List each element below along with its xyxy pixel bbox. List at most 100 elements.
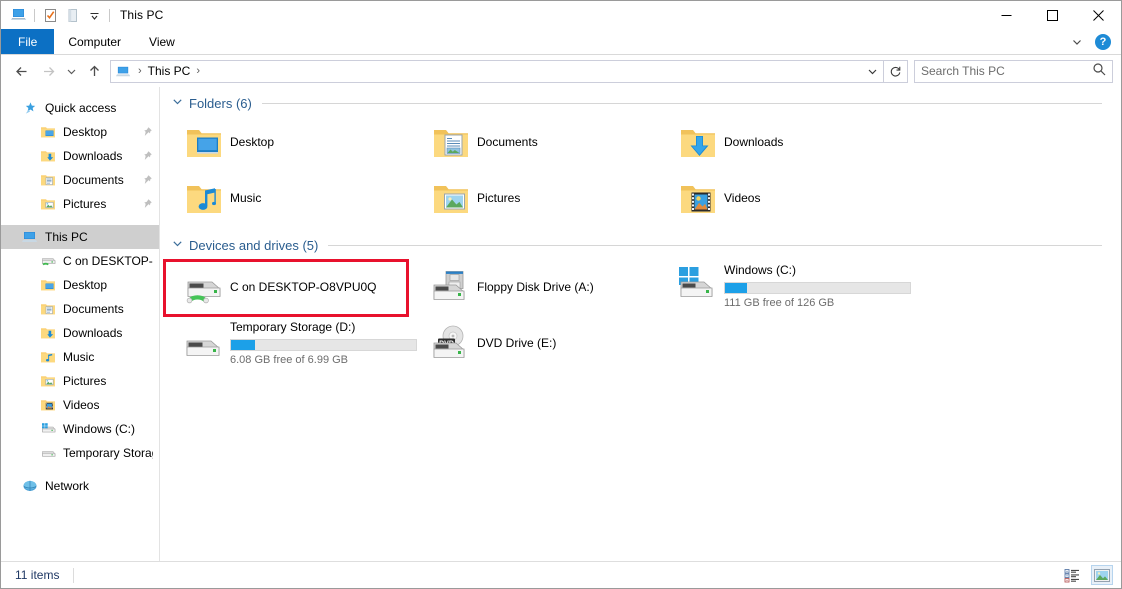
devices-tile-grid: C on DESKTOP-O8VPU0Q Floppy Disk Drive (… <box>160 257 1120 387</box>
pin-icon[interactable] <box>141 150 153 162</box>
ribbon-right-controls: ? <box>1067 29 1117 55</box>
tile-music[interactable]: Music <box>178 175 428 227</box>
usage-free-text: 111 GB free of 126 GB <box>724 297 835 309</box>
minimize-button[interactable] <box>983 1 1029 29</box>
sidebar-item-documents[interactable]: Documents <box>1 297 159 321</box>
folder-music-icon <box>178 175 230 223</box>
sidebar-item-pictures-qa[interactable]: Pictures <box>1 192 159 216</box>
usage-bar-fill <box>231 340 256 350</box>
search-icon[interactable] <box>1092 62 1106 81</box>
tile-label-wrap: Documents <box>477 119 538 151</box>
sidebar-item-music[interactable]: Music <box>1 345 159 369</box>
tile-label-wrap: C on DESKTOP-O8VPU0Q <box>230 264 377 296</box>
properties-checkbox-icon[interactable] <box>39 4 61 26</box>
address-bar: › This PC › Search This PC <box>1 55 1121 87</box>
search-input[interactable]: Search This PC <box>921 64 1092 78</box>
sidebar-label: Documents <box>63 302 124 316</box>
sidebar-item-documents-qa[interactable]: Documents <box>1 168 159 192</box>
chevron-down-icon[interactable] <box>1067 32 1087 52</box>
sidebar-item-downloads[interactable]: Downloads <box>1 321 159 345</box>
address-dropdown-icon[interactable] <box>861 61 883 82</box>
folder-documents-icon <box>39 301 57 317</box>
refresh-button[interactable] <box>884 59 908 83</box>
sidebar-label: Temporary Storage <box>63 446 153 460</box>
tile-c-on-desktop[interactable]: C on DESKTOP-O8VPU0Q <box>178 264 428 316</box>
status-divider <box>73 567 75 583</box>
tab-file[interactable]: File <box>1 29 55 54</box>
folders-tile-grid: Desktop Documents Downloads Music Pictur… <box>160 115 1120 227</box>
tile-name: C on DESKTOP-O8VPU0Q <box>230 280 377 294</box>
sidebar-item-this-pc[interactable]: This PC <box>1 225 159 249</box>
up-button[interactable] <box>81 58 107 84</box>
hard-drive-icon <box>178 312 230 370</box>
network-drive-icon <box>178 264 230 312</box>
tile-temporary-storage[interactable]: Temporary Storage (D:) 6.08 GB free of 6… <box>178 312 428 374</box>
search-box[interactable]: Search This PC <box>914 59 1113 83</box>
tile-label-wrap: Downloads <box>724 119 783 151</box>
group-header-folders[interactable]: Folders (6) <box>160 91 1120 115</box>
sidebar-item-temporary-storage[interactable]: Temporary Storage <box>1 441 159 465</box>
breadcrumb-this-pc[interactable]: This PC <box>146 64 193 78</box>
breadcrumb-separator-1[interactable]: › <box>192 65 204 77</box>
sidebar-label: Pictures <box>63 374 107 388</box>
pin-icon[interactable] <box>141 174 153 186</box>
tile-dvd-drive[interactable]: DVD DVD Drive (E:) <box>425 320 675 372</box>
pin-icon[interactable] <box>141 198 153 210</box>
help-icon[interactable]: ? <box>1095 34 1111 50</box>
tile-floppy-drive[interactable]: Floppy Disk Drive (A:) <box>425 264 675 316</box>
folder-desktop-icon <box>39 277 57 293</box>
customize-chevron-icon[interactable] <box>83 4 105 26</box>
this-pc-icon-breadcrumb <box>116 64 134 79</box>
chevron-down-icon[interactable] <box>172 238 183 252</box>
new-folder-icon[interactable] <box>61 4 83 26</box>
folder-desktop-icon <box>39 124 57 140</box>
folder-downloads-icon <box>39 325 57 341</box>
this-pc-icon[interactable] <box>8 4 30 26</box>
navigation-pane[interactable]: Quick access Desktop Downloads Documents… <box>1 87 160 561</box>
tile-label-wrap: Temporary Storage (D:) 6.08 GB free of 6… <box>230 312 417 366</box>
group-header-devices[interactable]: Devices and drives (5) <box>160 233 1120 257</box>
tile-pictures[interactable]: Pictures <box>425 175 675 227</box>
tile-windows-c[interactable]: Windows (C:) 111 GB free of 126 GB <box>672 255 922 317</box>
content-pane[interactable]: Folders (6) Desktop Documents Downloads … <box>160 87 1121 561</box>
tile-desktop[interactable]: Desktop <box>178 119 428 171</box>
large-icons-view-button[interactable] <box>1091 565 1113 585</box>
sidebar-label: Desktop <box>63 125 108 139</box>
sidebar-item-desktop[interactable]: Desktop <box>1 273 159 297</box>
recent-locations-button[interactable] <box>61 58 81 84</box>
sidebar-item-downloads-qa[interactable]: Downloads <box>1 144 159 168</box>
tile-videos[interactable]: Videos <box>672 175 922 227</box>
tab-computer[interactable]: Computer <box>54 29 135 54</box>
tile-label-wrap: Desktop <box>230 119 274 151</box>
tab-view[interactable]: View <box>135 29 189 54</box>
folder-downloads-icon <box>39 148 57 164</box>
maximize-button[interactable] <box>1029 1 1075 29</box>
folder-pictures-icon <box>39 196 57 212</box>
tile-documents[interactable]: Documents <box>425 119 675 171</box>
breadcrumb-bar[interactable]: › This PC › <box>110 59 884 83</box>
tile-name: Pictures <box>477 191 521 205</box>
sidebar-item-desktop-qa[interactable]: Desktop <box>1 120 159 144</box>
forward-button[interactable] <box>35 58 61 84</box>
tile-downloads[interactable]: Downloads <box>672 119 922 171</box>
sidebar-label: Videos <box>63 398 100 412</box>
folder-videos-icon <box>672 175 724 223</box>
tile-name: Downloads <box>724 135 784 149</box>
sidebar-item-windows-c[interactable]: Windows (C:) <box>1 417 159 441</box>
sidebar-item-c-on-desktop[interactable]: C on DESKTOP-O8V <box>1 249 159 273</box>
sidebar-item-videos[interactable]: Videos <box>1 393 159 417</box>
details-view-button[interactable] <box>1062 565 1084 585</box>
sidebar-label: Downloads <box>63 326 123 340</box>
sidebar-item-quick-access[interactable]: Quick access <box>1 96 159 120</box>
network-drive-icon <box>39 253 57 269</box>
close-button[interactable] <box>1075 1 1121 29</box>
pin-icon[interactable] <box>141 126 153 138</box>
group-title: Folders (6) <box>189 95 252 111</box>
back-button[interactable] <box>9 58 35 84</box>
sidebar-item-pictures[interactable]: Pictures <box>1 369 159 393</box>
explorer-window: This PC File Computer View ? › This PC ›… <box>0 0 1122 589</box>
sidebar-item-network[interactable]: Network <box>1 474 159 498</box>
chevron-down-icon[interactable] <box>172 96 183 110</box>
sidebar-label: This PC <box>45 230 88 244</box>
folder-videos-icon <box>39 397 57 413</box>
